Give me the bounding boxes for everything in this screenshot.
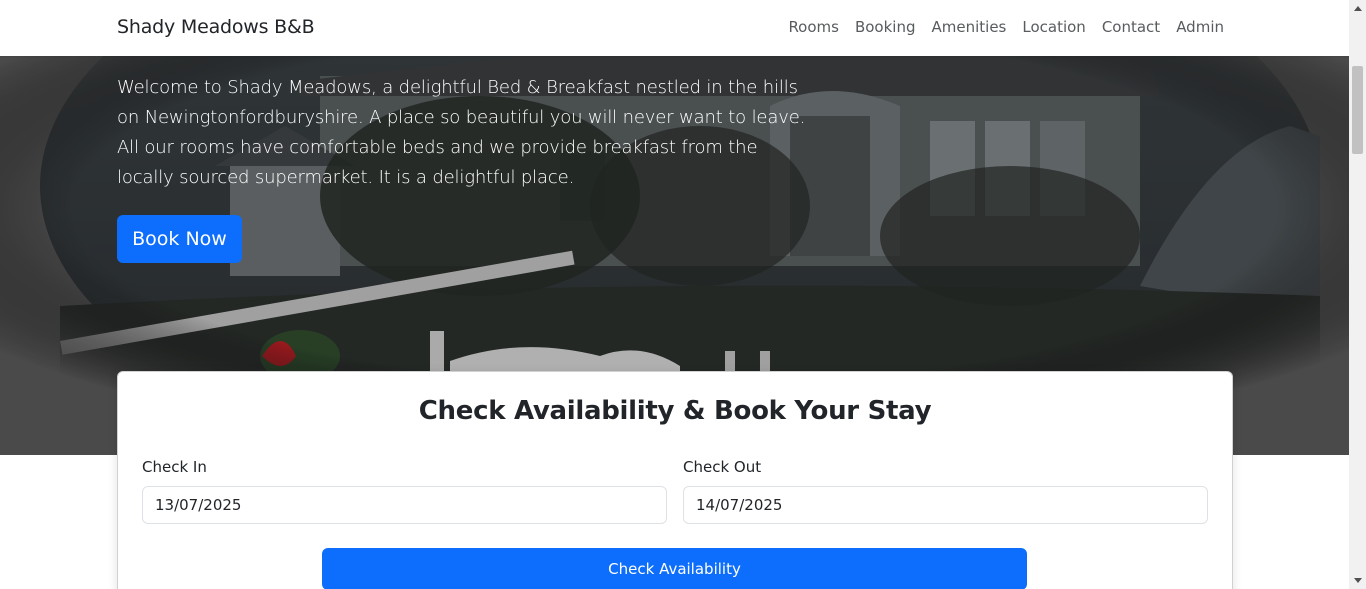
- check-in-label: Check In: [142, 458, 207, 476]
- nav-link-booking[interactable]: Booking: [855, 18, 916, 36]
- check-availability-button[interactable]: Check Availability: [322, 548, 1027, 589]
- nav-link-admin[interactable]: Admin: [1176, 18, 1224, 36]
- check-out-input[interactable]: [683, 486, 1208, 524]
- scrollbar-thumb[interactable]: [1352, 66, 1363, 154]
- nav-link-contact[interactable]: Contact: [1102, 18, 1160, 36]
- nav-link-amenities[interactable]: Amenities: [932, 18, 1007, 36]
- nav-link-rooms[interactable]: Rooms: [788, 18, 839, 36]
- chevron-down-icon[interactable]: [1349, 572, 1366, 589]
- hero-description: Welcome to Shady Meadows, a delightful B…: [117, 77, 806, 188]
- chevron-up-icon[interactable]: [1349, 0, 1366, 17]
- brand-logo[interactable]: Shady Meadows B&B: [117, 16, 315, 38]
- booking-card: Check Availability & Book Your Stay Chec…: [117, 371, 1233, 589]
- nav-links: Rooms Booking Amenities Location Contact…: [788, 18, 1224, 36]
- check-in-input[interactable]: [142, 486, 667, 524]
- book-now-button[interactable]: Book Now: [117, 215, 242, 263]
- navbar: Shady Meadows B&B Rooms Booking Amenitie…: [0, 0, 1349, 56]
- check-out-label: Check Out: [683, 458, 762, 476]
- page-scrollbar[interactable]: [1349, 0, 1366, 589]
- nav-link-location[interactable]: Location: [1022, 18, 1085, 36]
- booking-card-title: Check Availability & Book Your Stay: [418, 396, 932, 426]
